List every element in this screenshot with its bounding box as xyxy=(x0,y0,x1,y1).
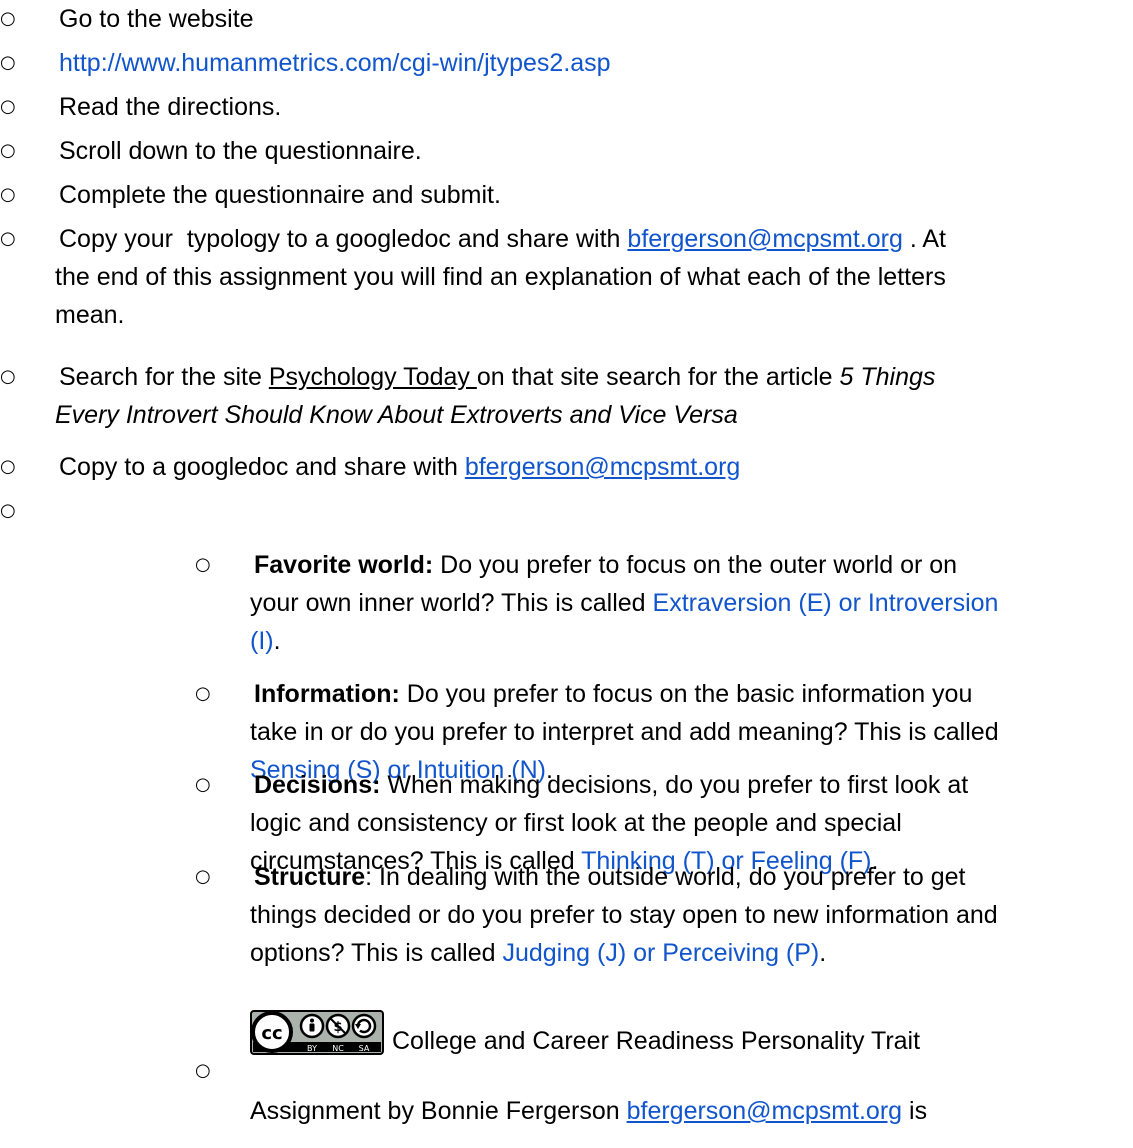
cc-label: cc xyxy=(261,1023,282,1044)
judging-perceiving-link[interactable]: Judging (J) or Perceiving (P) xyxy=(502,939,819,967)
list-bullet: ○ xyxy=(0,52,16,73)
list-bullet: ○ xyxy=(195,554,211,575)
list-bullet: ○ xyxy=(0,184,16,205)
list-bullet: ○ xyxy=(0,456,16,477)
humanmetrics-link[interactable]: http://www.humanmetrics.com/cgi-win/jtyp… xyxy=(59,49,611,77)
list-item-copy-to-googledoc: Copy to a googledoc and share with bferg… xyxy=(59,453,741,481)
list-bullet: ○ xyxy=(195,683,211,704)
extraversion-introversion-link-cont[interactable]: (I) xyxy=(250,627,274,655)
list-bullet-empty: ○ xyxy=(0,500,16,521)
list-bullet: ○ xyxy=(195,774,211,795)
structure-label: Structure xyxy=(254,863,366,891)
sa-label: SA xyxy=(359,1044,370,1053)
email-link[interactable]: bfergerson@mcpsmt.org xyxy=(627,1097,902,1125)
favorite-world-label: Favorite world: xyxy=(254,551,434,579)
list-bullet: ○ xyxy=(0,96,16,117)
list-item-copy-typology: Copy your typology to a googledoc and sh… xyxy=(55,225,946,329)
list-item-favorite-world: Favorite world: Do you prefer to focus o… xyxy=(250,551,999,655)
article-title-cont: Every Introvert Should Know About Extrov… xyxy=(55,401,738,429)
list-item-search-psychology-today: Search for the site Psychology Today on … xyxy=(55,363,936,429)
email-link[interactable]: bfergerson@mcpsmt.org xyxy=(465,453,740,481)
decisions-label: Decisions: xyxy=(254,771,381,799)
article-title: 5 Things xyxy=(839,363,936,391)
information-label: Information: xyxy=(254,680,400,708)
creative-commons-icon: cc $ BY NC SA xyxy=(250,1010,384,1055)
list-item-read-directions: Read the directions. xyxy=(59,93,282,121)
list-bullet: ○ xyxy=(0,228,16,249)
document-page: ○ Go to the website ○ http://www.humanme… xyxy=(0,0,1133,1148)
list-bullet: ○ xyxy=(0,8,16,29)
creative-commons-badge[interactable]: cc $ BY NC SA xyxy=(250,1010,384,1055)
list-item-structure: Structure: In dealing with the outside w… xyxy=(250,863,998,967)
extraversion-introversion-link[interactable]: Extraversion (E) or Introversion xyxy=(653,589,999,617)
nc-label: NC xyxy=(332,1044,344,1053)
list-bullet: ○ xyxy=(0,366,16,387)
psychology-today-site: Psychology Today xyxy=(268,363,477,391)
list-bullet: ○ xyxy=(195,866,211,887)
list-item-go-to-website: Go to the website xyxy=(59,5,254,33)
email-link[interactable]: bfergerson@mcpsmt.org xyxy=(627,225,902,253)
list-item-scroll-down: Scroll down to the questionnaire. xyxy=(59,137,422,165)
list-item-license: cc $ BY NC SA College and Career Readine… xyxy=(250,1010,1104,1130)
list-item-website-link: http://www.humanmetrics.com/cgi-win/jtyp… xyxy=(59,44,1129,82)
by-label: BY xyxy=(307,1044,317,1053)
list-item-complete-questionnaire: Complete the questionnaire and submit. xyxy=(59,181,501,209)
list-bullet: ○ xyxy=(0,140,16,161)
list-bullet: ○ xyxy=(195,1060,211,1081)
